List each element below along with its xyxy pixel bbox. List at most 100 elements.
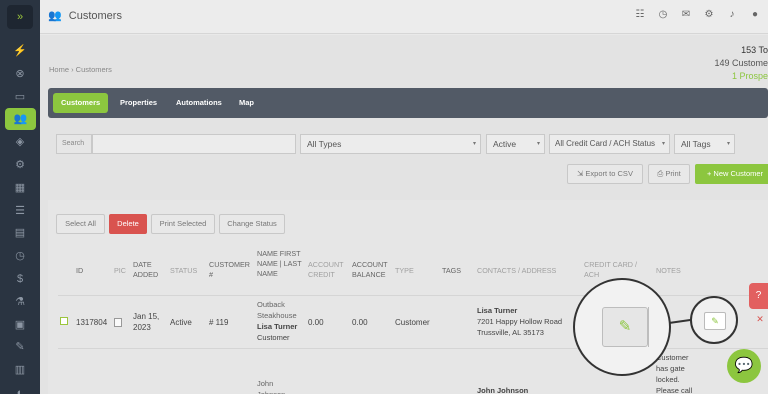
new-customer-button[interactable]: + New Customer: [695, 164, 768, 184]
edit-doc-icon[interactable]: ✎: [0, 336, 40, 358]
settings-icon[interactable]: ⚙: [0, 154, 40, 176]
cell-date-added: Jan 15, 2023: [133, 312, 160, 332]
bell-icon[interactable]: ♪: [725, 9, 739, 20]
print-button[interactable]: ⎙ Print: [648, 164, 690, 184]
header-contacts[interactable]: CONTACTS / ADDRESS: [477, 266, 556, 276]
header-notes[interactable]: NOTES: [656, 266, 681, 276]
calendar-icon[interactable]: ▦: [0, 177, 40, 199]
document-icon[interactable]: ▣: [0, 314, 40, 336]
monitor-icon[interactable]: ▭: [0, 86, 40, 108]
header-name[interactable]: NAME FIRST NAME | LAST NAME: [257, 249, 303, 279]
chevron-down-icon: ▾: [726, 141, 730, 147]
page-title-text: Customers: [68, 10, 122, 22]
customers-icon: 👥: [48, 10, 62, 22]
customers-count: 149 Custome: [714, 58, 768, 68]
address-line1: 7201 Happy Hollow Road: [477, 317, 563, 326]
type-select[interactable]: All Types ▾: [300, 134, 481, 154]
zoom-magnifier: ✎: [573, 278, 671, 376]
header-account-balance[interactable]: ACCOUNT BALANCE: [352, 260, 390, 280]
clipboard-icon[interactable]: ▤: [0, 222, 40, 244]
tags-select[interactable]: All Tags ▾: [674, 134, 735, 154]
cell-type: Customer: [395, 318, 430, 327]
status-select[interactable]: Active ▾: [486, 134, 545, 154]
list-icon[interactable]: ☰: [0, 200, 40, 222]
dollar-icon[interactable]: $: [0, 268, 40, 290]
support-icon[interactable]: ⊗: [0, 63, 40, 85]
breadcrumb[interactable]: Home › Customers: [49, 65, 112, 74]
cell-id[interactable]: 1317804: [76, 317, 107, 328]
history-icon[interactable]: ◷: [656, 9, 670, 20]
sales-icon[interactable]: ⚡: [0, 40, 40, 62]
header-status[interactable]: STATUS: [170, 266, 197, 276]
chat-icon[interactable]: ✉: [679, 9, 693, 20]
pencil-icon: ✎: [711, 316, 719, 326]
address-line2: Trussville, AL 35173: [477, 328, 544, 337]
tab-properties[interactable]: Properties: [112, 93, 165, 113]
header-pic: PIC: [114, 266, 126, 275]
cell-name[interactable]: Outback Steakhouse Lisa Turner Customer: [257, 299, 305, 343]
tab-customers[interactable]: Customers: [53, 93, 109, 113]
row-divider: [58, 295, 768, 296]
edit-target-highlight: ✎: [690, 296, 738, 344]
handshake-icon[interactable]: ◐: [0, 382, 40, 394]
search-label: Search: [56, 134, 92, 154]
chart-icon[interactable]: ▥: [0, 359, 40, 381]
customers-icon[interactable]: 👥: [5, 108, 36, 131]
credit-card-select-value: All Credit Card / ACH Status: [555, 139, 656, 148]
chevron-down-icon: ▾: [536, 141, 540, 147]
header-tags[interactable]: TAGS: [442, 266, 461, 276]
select-all-button[interactable]: Select All: [56, 214, 105, 234]
cell-notes: Customer has gate locked. Please call: [656, 353, 693, 394]
total-count: 153 To: [741, 45, 768, 55]
topbar-icons: ☷ ◷ ✉ ⚙ ♪ ●: [633, 9, 762, 20]
contact-name: Lisa Turner: [257, 322, 298, 331]
button-divider: [648, 307, 649, 347]
address-name: Lisa Turner: [477, 306, 518, 315]
header-id[interactable]: ID: [76, 266, 83, 276]
close-icon[interactable]: ✕: [752, 314, 768, 328]
cell-customer-number[interactable]: # 119: [209, 317, 228, 328]
delete-button[interactable]: Delete: [109, 214, 147, 234]
customer-picture: [114, 318, 122, 327]
row-checkbox[interactable]: [60, 317, 68, 325]
print-label: Print: [665, 169, 681, 178]
customer-summary: 153 To 149 Custome 1 Prospe: [714, 44, 768, 83]
edit-button[interactable]: ✎: [704, 312, 726, 330]
top-bar: 👥 Customers ☷ ◷ ✉ ⚙ ♪ ●: [40, 0, 768, 34]
print-selected-button[interactable]: Print Selected: [151, 214, 215, 234]
user-icon[interactable]: ●: [748, 9, 762, 20]
tags-select-value: All Tags: [681, 139, 711, 149]
cell-address[interactable]: Lisa Turner 7201 Happy Hollow Road Truss…: [477, 305, 562, 338]
header-credit-card[interactable]: CREDIT CARD / ACH: [584, 260, 646, 280]
tab-automations[interactable]: Automations: [168, 93, 230, 113]
chevron-down-icon: ▾: [661, 141, 665, 147]
cell-account-balance: 0.00: [352, 318, 368, 327]
header-date-added[interactable]: DATE ADDED: [133, 260, 163, 280]
chat-support-button[interactable]: 💬: [727, 349, 761, 383]
change-status-button[interactable]: Change Status: [219, 214, 285, 234]
chevron-down-icon: ▾: [472, 141, 476, 147]
tab-map[interactable]: Map: [231, 93, 262, 113]
box-icon[interactable]: ◈: [0, 131, 40, 153]
cell-name-partial[interactable]: John Johnson: [257, 378, 297, 394]
header-account-credit[interactable]: ACCOUNT CREDIT: [308, 260, 346, 280]
company-name: Outback Steakhouse: [257, 300, 297, 320]
header-type[interactable]: TYPE: [395, 266, 414, 276]
search-input[interactable]: [92, 134, 296, 154]
flask-icon[interactable]: ⚗: [0, 291, 40, 313]
edit-credit-card-button-zoomed[interactable]: ✎: [602, 307, 648, 347]
clock-icon[interactable]: ◷: [0, 245, 40, 267]
export-csv-button[interactable]: ⇲ Export to CSV: [567, 164, 643, 184]
help-button[interactable]: ?: [749, 283, 768, 309]
export-csv-label: Export to CSV: [585, 169, 633, 178]
pencil-icon: ✎: [618, 318, 632, 335]
app-logo[interactable]: »: [7, 5, 33, 29]
page-title: 👥 Customers: [48, 9, 122, 22]
credit-card-select[interactable]: All Credit Card / ACH Status ▾: [549, 134, 670, 154]
filter-list-icon[interactable]: ☷: [633, 9, 647, 20]
type-select-value: All Types: [307, 139, 342, 149]
cell-status: Active: [170, 318, 192, 327]
gear-icon[interactable]: ⚙: [702, 9, 716, 20]
prospects-count[interactable]: 1 Prospe: [714, 70, 768, 83]
header-customer-number[interactable]: CUSTOMER #: [209, 260, 251, 280]
